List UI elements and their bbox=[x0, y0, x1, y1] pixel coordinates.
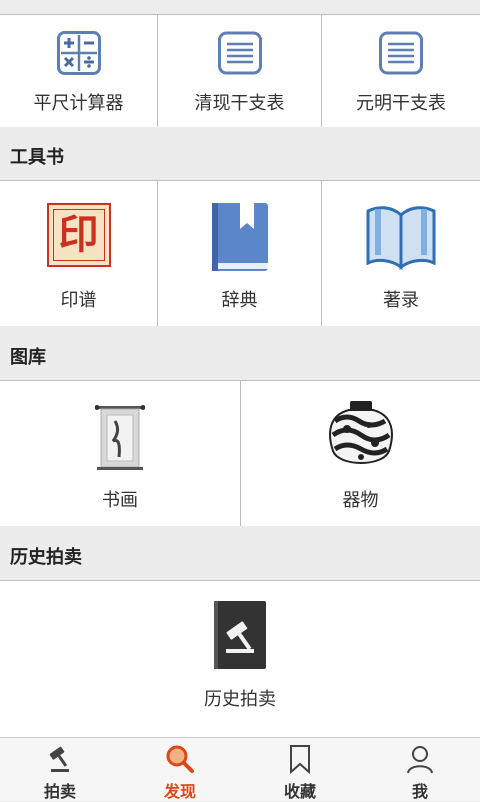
tool-label: 平尺计算器 bbox=[33, 93, 124, 114]
nav-tab-favorites[interactable]: 收藏 bbox=[240, 738, 360, 801]
calculator-icon bbox=[56, 31, 101, 75]
auction-gavel-book-icon bbox=[214, 601, 266, 669]
section-header-auction: 历史拍卖 bbox=[0, 526, 480, 580]
tool-label: 清现干支表 bbox=[194, 93, 285, 114]
gallery-painting-calligraphy[interactable]: 书画 bbox=[0, 381, 241, 527]
nav-tab-me[interactable]: 我 bbox=[360, 738, 480, 801]
nav-tab-discover[interactable]: 发现 bbox=[120, 738, 240, 801]
tool-qing-ganzhi-table[interactable]: 清现干支表 bbox=[158, 15, 322, 128]
open-book-icon bbox=[366, 206, 436, 270]
tools-grid: 平尺计算器 清现干支表 元明干支表 bbox=[0, 14, 480, 129]
search-icon bbox=[166, 745, 194, 773]
nav-label: 收藏 bbox=[283, 782, 316, 801]
book-label: 辞典 bbox=[221, 290, 258, 311]
book-label: 印谱 bbox=[60, 290, 97, 311]
nav-tab-auction[interactable]: 拍卖 bbox=[0, 738, 120, 801]
auction-grid: 历史拍卖 bbox=[0, 580, 480, 738]
section-header-gallery: 图库 bbox=[0, 326, 480, 380]
gallery-grid: 书画 器物 bbox=[0, 380, 480, 528]
bottom-navigation: 拍卖 发现 收藏 我 bbox=[0, 737, 480, 801]
seal-glyph: 印 bbox=[58, 211, 99, 258]
list-table-icon bbox=[379, 31, 423, 75]
scroll-painting-icon bbox=[95, 405, 145, 470]
tool-yuanming-ganzhi-table[interactable]: 元明干支表 bbox=[322, 15, 480, 128]
gallery-label: 器物 bbox=[342, 490, 379, 511]
top-strip bbox=[0, 0, 480, 15]
gallery-artifacts[interactable]: 器物 bbox=[241, 381, 480, 527]
nav-label: 我 bbox=[411, 782, 428, 801]
section-title: 工具书 bbox=[10, 147, 64, 168]
gallery-label: 书画 bbox=[102, 490, 138, 511]
porcelain-vase-icon bbox=[328, 401, 393, 464]
book-records[interactable]: 著录 bbox=[322, 181, 480, 327]
books-grid: 印 印谱 辞典 著录 bbox=[0, 180, 480, 328]
gavel-icon bbox=[49, 746, 69, 772]
dictionary-book-icon bbox=[211, 203, 268, 271]
auction-history[interactable]: 历史拍卖 bbox=[0, 581, 480, 738]
section-title: 图库 bbox=[10, 347, 46, 368]
tool-label: 元明干支表 bbox=[356, 93, 446, 114]
book-dictionary[interactable]: 辞典 bbox=[158, 181, 322, 327]
list-table-icon bbox=[217, 31, 262, 75]
book-label: 著录 bbox=[383, 290, 419, 311]
user-icon bbox=[407, 746, 433, 774]
seal-icon: 印 bbox=[46, 203, 111, 267]
nav-label: 拍卖 bbox=[43, 782, 76, 801]
section-title: 历史拍卖 bbox=[10, 547, 82, 568]
tool-ruler-calculator[interactable]: 平尺计算器 bbox=[0, 15, 158, 128]
section-header-books: 工具书 bbox=[0, 127, 480, 180]
book-seal-catalog[interactable]: 印 印谱 bbox=[0, 181, 158, 327]
auction-label: 历史拍卖 bbox=[204, 689, 276, 710]
nav-label: 发现 bbox=[163, 782, 196, 801]
bookmark-icon bbox=[290, 745, 310, 774]
